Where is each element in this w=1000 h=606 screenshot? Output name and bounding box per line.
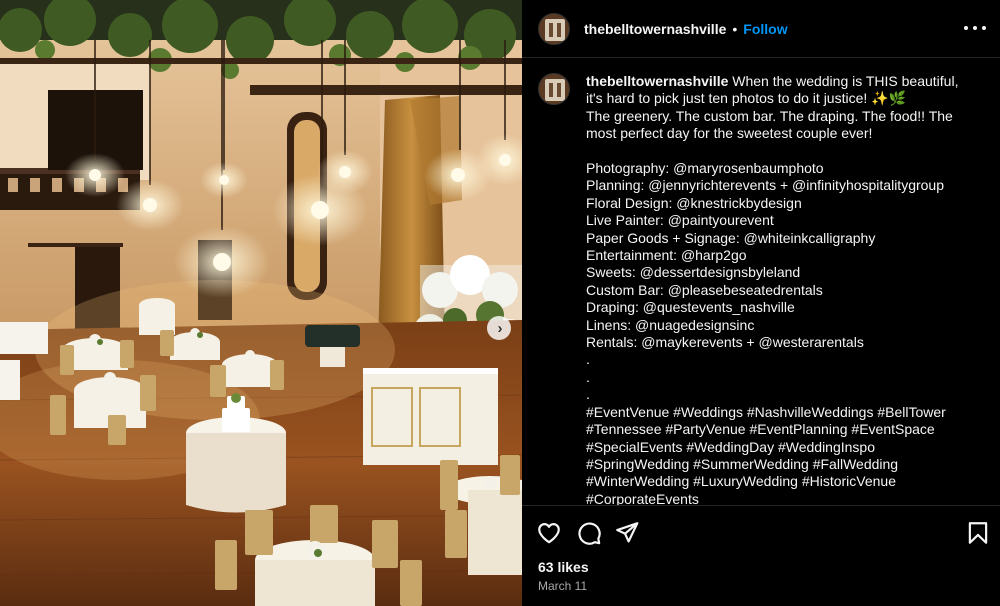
caption-line: Rentals: @maykerevents + @westerarentals — [586, 334, 864, 351]
caption-line: Custom Bar: @pleasebeseatedrentals — [586, 281, 823, 298]
caption-line: #EventVenue #Weddings #NashvilleWeddings… — [586, 403, 946, 420]
avatar-window-right — [557, 22, 561, 37]
caption-line: When the wedding is THIS beautiful, — [728, 73, 959, 89]
caption-line: Planning: @jennyrichterevents + @infinit… — [586, 177, 945, 194]
follow-button[interactable]: Follow — [743, 21, 787, 37]
wedding-venue-photo — [0, 0, 522, 606]
comment-icon[interactable] — [576, 520, 602, 546]
caption-line: . — [586, 351, 590, 368]
more-horizontal-icon[interactable] — [964, 20, 986, 36]
caption-line: #WinterWedding #LuxuryWedding #HistoricV… — [586, 473, 896, 490]
caption-line: #SpringWedding #SummerWedding #FallWeddi… — [586, 455, 899, 472]
post-side-panel: thebelltowernashville • Follow thebellto… — [522, 0, 1000, 606]
caption-line: #SpecialEvents #WeddingDay #WeddingInspo — [586, 438, 876, 455]
caption-line: Sweets: @dessertdesignsbyleland — [586, 264, 801, 281]
caption-line: . — [586, 368, 590, 385]
caption-line: . — [586, 386, 590, 403]
carousel-next-button[interactable]: › — [487, 316, 511, 340]
caption-text: thebelltowernashville When the wedding i… — [586, 73, 966, 505]
chevron-right-icon: › — [497, 319, 503, 337]
post-date[interactable]: March 11 — [538, 579, 587, 593]
caption-line: it's hard to pick just ten photos to do … — [586, 90, 907, 107]
caption-line: Entertainment: @harp2go — [586, 247, 747, 264]
caption-line: #Tennessee #PartyVenue #EventPlanning #E… — [586, 421, 935, 438]
caption-line: Draping: @questevents_nashville — [586, 299, 795, 316]
caption-username[interactable]: thebelltowernashville — [586, 73, 728, 89]
caption-line: Linens: @nuagedesignsinc — [586, 316, 755, 333]
header-separator: • — [732, 20, 738, 37]
avatar-window-left — [549, 83, 553, 97]
post-header: thebelltowernashville • Follow — [522, 0, 1000, 58]
caption-area[interactable]: thebelltowernashville When the wedding i… — [522, 59, 1000, 505]
more-dot — [982, 26, 986, 30]
caption-row: thebelltowernashville When the wedding i… — [538, 73, 984, 505]
bookmark-icon[interactable] — [965, 520, 991, 546]
header-username[interactable]: thebelltowernashville — [584, 21, 726, 37]
avatar-window-left — [549, 22, 553, 37]
caption-line: Photography: @maryrosenbaumphoto — [586, 160, 824, 177]
likes-count[interactable]: 63 likes — [538, 559, 589, 575]
paper-plane-icon[interactable] — [614, 520, 640, 546]
caption-line: Paper Goods + Signage: @whiteinkcalligra… — [586, 229, 876, 246]
more-dot — [964, 26, 968, 30]
caption-line: most perfect day for the sweetest couple… — [586, 125, 873, 142]
caption-avatar[interactable] — [538, 73, 570, 105]
avatar-building-shape — [545, 18, 565, 41]
caption-line: Live Painter: @paintyourevent — [586, 212, 774, 229]
heart-icon[interactable] — [536, 520, 562, 546]
caption-line: The greenery. The custom bar. The drapin… — [586, 107, 953, 124]
caption-first-line: thebelltowernashville When the wedding i… — [586, 73, 966, 90]
caption-line: Floral Design: @knestrickbydesign — [586, 194, 802, 211]
post-photo[interactable]: › — [0, 0, 522, 606]
avatar-building-shape — [545, 79, 565, 101]
caption-line: #CorporateEvents — [586, 490, 699, 505]
avatar-window-right — [557, 83, 561, 97]
post-actions: 63 likes March 11 — [522, 505, 1000, 606]
more-dot — [973, 26, 977, 30]
avatar[interactable] — [538, 12, 570, 45]
